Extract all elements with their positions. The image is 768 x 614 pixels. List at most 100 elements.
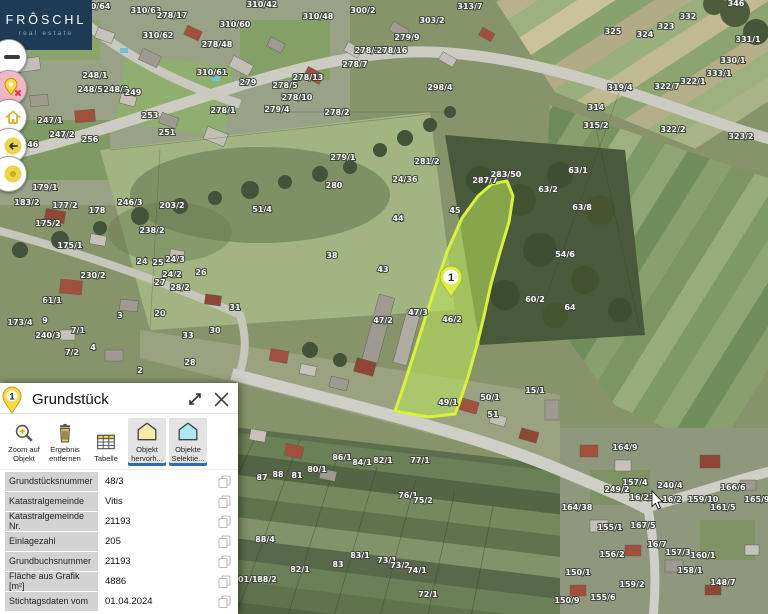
parcel-label: 167/5 xyxy=(630,521,656,530)
brand-tagline: real estate xyxy=(19,30,74,37)
parcel-label: 159/2 xyxy=(619,580,644,589)
parcel-label: 281/2 xyxy=(414,157,439,166)
parcel-label: 64 xyxy=(564,303,576,312)
expand-arrows-icon[interactable] xyxy=(185,389,205,409)
parcel-label: 2 xyxy=(137,366,143,375)
parcel-label: 46/2 xyxy=(442,315,462,324)
parcel-label: 300/2 xyxy=(350,6,375,15)
parcel-label: 278/5 xyxy=(272,81,298,90)
parcel-label: 88/4 xyxy=(255,535,275,544)
parcel-label: 16/2 xyxy=(662,495,682,504)
parcel-label: 248/1 xyxy=(82,71,108,80)
parcel-label: 325 xyxy=(605,27,622,36)
copy-icon[interactable] xyxy=(214,472,234,491)
parcel-label: 63/1 xyxy=(568,166,588,175)
parcel-label: 74/1 xyxy=(407,566,427,575)
parcel-label: 16/23 xyxy=(629,493,654,502)
close-icon[interactable] xyxy=(211,389,232,410)
parcel-label: 45 xyxy=(449,206,461,215)
parcel-label: 25 xyxy=(152,258,164,267)
parcel-label: 279 xyxy=(240,78,257,87)
parcel-label: 24/36 xyxy=(392,175,418,184)
table-row: Katastralgemeinde Nr. 21193 xyxy=(5,512,234,531)
parcel-label: 16/7 xyxy=(647,540,667,549)
parcel-label: 183/2 xyxy=(14,198,39,207)
popup-toolbar: Zoom auf Objekt Ergebnis entfernen Tabel… xyxy=(0,414,238,470)
parcel-label: 173/4 xyxy=(7,318,33,327)
parcel-label: 63/8 xyxy=(572,203,592,212)
copy-icon[interactable] xyxy=(214,592,234,611)
marker-badge-icon: 1 xyxy=(1,386,23,414)
parcel-label: 314 xyxy=(588,103,605,112)
parcel-label: 310/42 xyxy=(247,0,278,9)
parcel-label: 283/50 xyxy=(491,170,522,179)
parcel-label: 31 xyxy=(229,303,241,312)
parcel-label: 315/2 xyxy=(583,121,608,130)
parcel-label: 279/9 xyxy=(394,33,420,42)
copy-icon[interactable] xyxy=(214,532,234,551)
parcel-label: 47/3 xyxy=(408,308,428,317)
home-icon xyxy=(3,107,23,127)
parcel-label: 86/1 xyxy=(332,453,352,462)
parcel-label: 279/1 xyxy=(330,153,356,162)
parcel-label: 256 xyxy=(82,135,99,144)
parcel-label: 27 xyxy=(154,278,165,287)
parcel-label: 322/1 xyxy=(680,77,706,86)
parcel-label: 251 xyxy=(159,128,176,137)
parcel-label: 83/1 xyxy=(350,551,370,560)
parcel-label: 30 xyxy=(209,326,221,335)
copy-icon[interactable] xyxy=(214,512,234,531)
popup-title: Grundstück xyxy=(32,391,179,408)
parcel-label: 240/4 xyxy=(657,481,683,490)
parcel-label: 49/1 xyxy=(438,398,458,407)
table-row: Fläche aus Grafik [m²] 4886 xyxy=(5,572,234,591)
parcel-label: 61/1 xyxy=(42,296,62,305)
parcel-label: 331/1 xyxy=(735,35,761,44)
parcel-label: 238/2 xyxy=(139,226,164,235)
parcel-label: 47/2 xyxy=(373,316,393,325)
brand-name: FRÔSCHL xyxy=(6,13,87,27)
highlight-house-icon xyxy=(136,421,158,443)
parcel-label: 38 xyxy=(326,251,338,260)
zoom-to-object-button[interactable]: Zoom auf Objekt xyxy=(5,420,43,466)
parcel-label: 83 xyxy=(332,560,343,569)
parcel-label: 20 xyxy=(154,309,166,318)
copy-icon[interactable] xyxy=(214,492,234,511)
parcel-label: 323 xyxy=(658,22,675,31)
highlight-object-button[interactable]: Objekt hervorh... xyxy=(128,418,166,466)
parcel-label: 303/2 xyxy=(419,16,444,25)
parcel-label: 322/7 xyxy=(654,82,679,91)
attribute-table: Grundstücksnummer 48/3 Katastralgemeinde… xyxy=(0,470,238,611)
table-button[interactable]: Tabelle xyxy=(87,426,125,466)
parcel-label: 82/1 xyxy=(290,565,310,574)
app-window: 1 310/64310/63310/42310/48300/2303/2313/… xyxy=(0,0,768,614)
parcel-label: 60/2 xyxy=(525,295,545,304)
select-objects-button[interactable]: Objekte Selektie... xyxy=(169,418,207,466)
copy-icon[interactable] xyxy=(214,552,234,571)
parcel-label: 310/48 xyxy=(303,12,334,21)
parcel-label: 84/1 xyxy=(352,458,372,467)
map-pin-icon xyxy=(2,77,24,99)
table-row: Katastralgemeinde Vitis xyxy=(5,492,234,511)
parcel-label: 278/7 xyxy=(342,60,367,69)
parcel-label: 158/1 xyxy=(677,566,703,575)
parcel-label: 77/1 xyxy=(410,456,430,465)
parcel-label: 164/9 xyxy=(612,443,638,452)
parcel-label: 50/1 xyxy=(480,393,500,402)
parcel-label: 72/1 xyxy=(418,590,438,599)
parcel-label: 319/4 xyxy=(607,83,633,92)
trash-icon xyxy=(55,423,75,443)
copy-icon[interactable] xyxy=(214,572,234,591)
parcel-label: 323/2 xyxy=(728,132,753,141)
parcel-label: 51 xyxy=(487,410,499,419)
table-icon xyxy=(96,432,116,452)
parcel-label: 7/1 xyxy=(71,326,85,335)
popup-header: 1 Grundstück xyxy=(0,383,238,414)
parcel-label: 179/1 xyxy=(32,183,58,192)
feature-info-panel: 1 Grundstück Zoom auf Objekt xyxy=(0,383,238,614)
parcel-label: 157/3 xyxy=(665,548,690,557)
parcel-label: 230/2 xyxy=(80,271,105,280)
svg-text:1: 1 xyxy=(448,272,454,284)
table-row: Grundstücksnummer 48/3 xyxy=(5,472,234,491)
remove-result-button[interactable]: Ergebnis entfernen xyxy=(46,420,84,466)
